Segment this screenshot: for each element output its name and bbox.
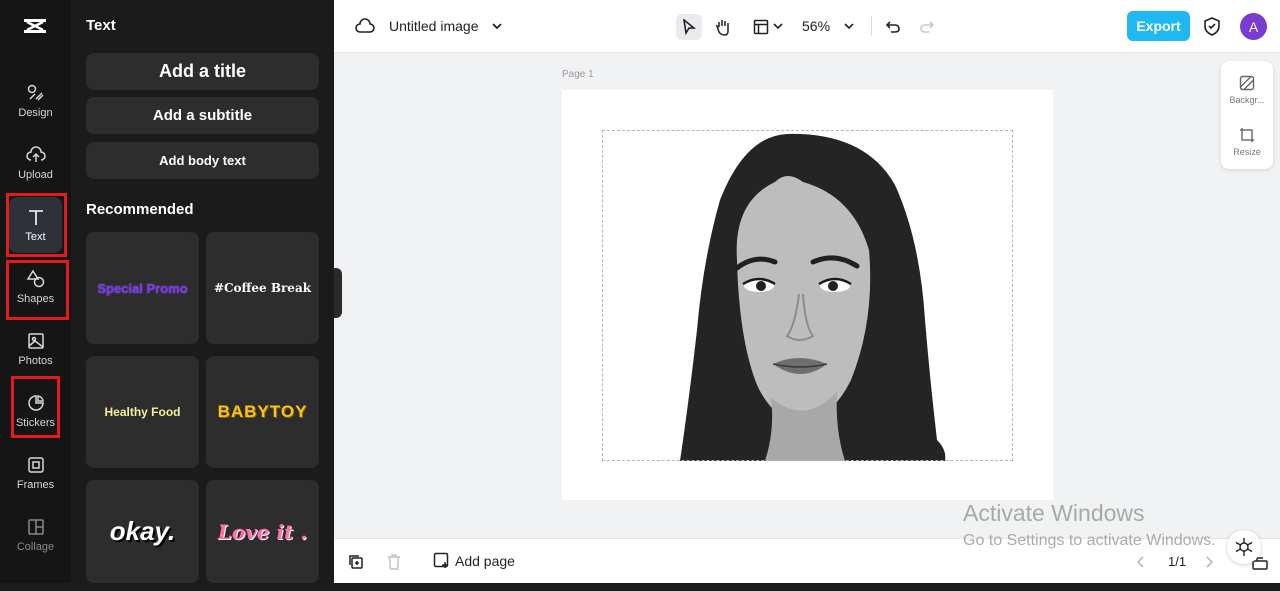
add-body-text-button[interactable]: Add body text — [86, 142, 319, 179]
add-title-button[interactable]: Add a title — [86, 53, 319, 90]
right-tool-panel: Backgr... Resize — [1221, 61, 1273, 169]
rail-label: Shapes — [16, 293, 55, 305]
rail-item-upload[interactable]: Upload — [9, 135, 62, 191]
background-tool-label: Backgr... — [1229, 95, 1265, 105]
hand-icon — [715, 20, 729, 36]
rail-label: Text — [25, 231, 46, 243]
page-label: Page 1 — [562, 69, 594, 80]
trash-icon — [388, 554, 400, 570]
export-button[interactable]: Export — [1127, 11, 1190, 41]
chevron-right-icon[interactable] — [1204, 556, 1214, 568]
selection-box — [602, 130, 1013, 461]
preset-label: Love it . — [217, 519, 308, 544]
chevron-down-icon[interactable] — [844, 22, 854, 30]
preset-label: Special Promo — [97, 280, 188, 296]
add-page-label: Add page — [455, 552, 515, 569]
preset-coffee-break[interactable]: #Coffee Break — [206, 232, 319, 344]
redo-icon — [920, 21, 935, 33]
panel-title: Text — [86, 17, 116, 34]
duplicate-page-button[interactable] — [347, 553, 365, 571]
document-title[interactable]: Untitled image — [389, 18, 479, 34]
preset-healthy-food[interactable]: Healthy Food — [86, 356, 199, 468]
text-panel: Text Add a title Add a subtitle Add body… — [71, 0, 334, 583]
preset-label: BABYTOY — [217, 402, 308, 421]
preset-label: okay. — [109, 516, 176, 546]
rail-label: Stickers — [15, 417, 56, 429]
rail-label: Upload — [18, 169, 53, 181]
photo-icon — [27, 333, 44, 349]
top-bar: Untitled image 56% Export A — [334, 0, 1280, 53]
rail-item-collage[interactable]: Collage — [9, 507, 62, 563]
shapes-icon — [26, 269, 44, 288]
rail-item-photos[interactable]: Photos — [9, 321, 62, 377]
background-icon — [1239, 75, 1255, 91]
pointer-icon — [683, 19, 696, 35]
duplicate-icon — [349, 555, 363, 569]
preset-okay[interactable]: okay. — [86, 480, 199, 583]
add-page-icon — [433, 552, 449, 568]
rail-label: Frames — [16, 479, 55, 491]
zoom-level[interactable]: 56% — [802, 18, 830, 34]
preset-label: Healthy Food — [104, 405, 181, 419]
rail-item-text[interactable]: Text — [9, 197, 62, 253]
taskbar — [0, 583, 1280, 591]
panel-collapse-handle[interactable] — [334, 268, 342, 318]
select-tool-button[interactable] — [676, 14, 702, 40]
chevron-down-icon[interactable] — [491, 21, 503, 31]
openai-icon — [1235, 538, 1253, 556]
rail-label: Photos — [18, 355, 53, 367]
frame-icon — [27, 457, 44, 473]
resize-tool-label: Resize — [1233, 147, 1261, 157]
delete-page-button[interactable] — [385, 553, 403, 571]
chevron-left-icon[interactable] — [1136, 556, 1146, 568]
collage-icon — [27, 519, 44, 535]
rail-item-design[interactable]: Design — [9, 73, 62, 129]
avatar[interactable]: A — [1240, 13, 1267, 40]
layout-button[interactable] — [748, 14, 774, 40]
sticker-icon — [27, 395, 44, 411]
resize-tool[interactable]: Resize — [1221, 117, 1273, 167]
rail-label: Design — [18, 107, 53, 119]
resize-icon — [1240, 128, 1254, 142]
cloud-save-icon[interactable] — [355, 17, 375, 35]
add-subtitle-button[interactable]: Add a subtitle — [86, 97, 319, 134]
preset-love-it[interactable]: Love it . — [206, 480, 319, 583]
rail-item-frames[interactable]: Frames — [9, 445, 62, 501]
add-page-button[interactable]: Add page — [433, 552, 515, 569]
capcut-logo-icon — [24, 19, 46, 33]
chevron-down-icon[interactable] — [773, 22, 783, 30]
activation-watermark-subtitle: Go to Settings to activate Windows. — [963, 532, 1216, 549]
assistant-button[interactable] — [1227, 530, 1261, 564]
undo-button[interactable] — [880, 14, 906, 40]
rail-item-shapes[interactable]: Shapes — [9, 259, 62, 315]
page-counter: 1/1 — [1168, 554, 1187, 569]
activation-watermark-title: Activate Windows — [963, 500, 1145, 526]
undo-icon — [885, 21, 900, 33]
rail-label: Collage — [16, 541, 55, 553]
preset-label: #Coffee Break — [213, 281, 312, 295]
preset-babytoy[interactable]: BABYTOY — [206, 356, 319, 468]
hand-tool-button[interactable] — [710, 14, 736, 40]
left-rail: Design Upload Text Shapes Photos Sticker… — [0, 0, 71, 583]
cloud-upload-icon — [25, 146, 46, 162]
divider — [871, 16, 872, 36]
shield-icon[interactable] — [1203, 17, 1221, 36]
design-icon — [27, 84, 44, 101]
text-icon — [28, 210, 43, 225]
preset-special-promo[interactable]: Special Promo — [86, 232, 199, 344]
recommended-heading: Recommended — [86, 201, 194, 218]
background-tool[interactable]: Backgr... — [1221, 65, 1273, 115]
rail-item-stickers[interactable]: Stickers — [9, 383, 62, 439]
redo-button[interactable] — [914, 14, 940, 40]
layout-icon — [753, 19, 769, 35]
